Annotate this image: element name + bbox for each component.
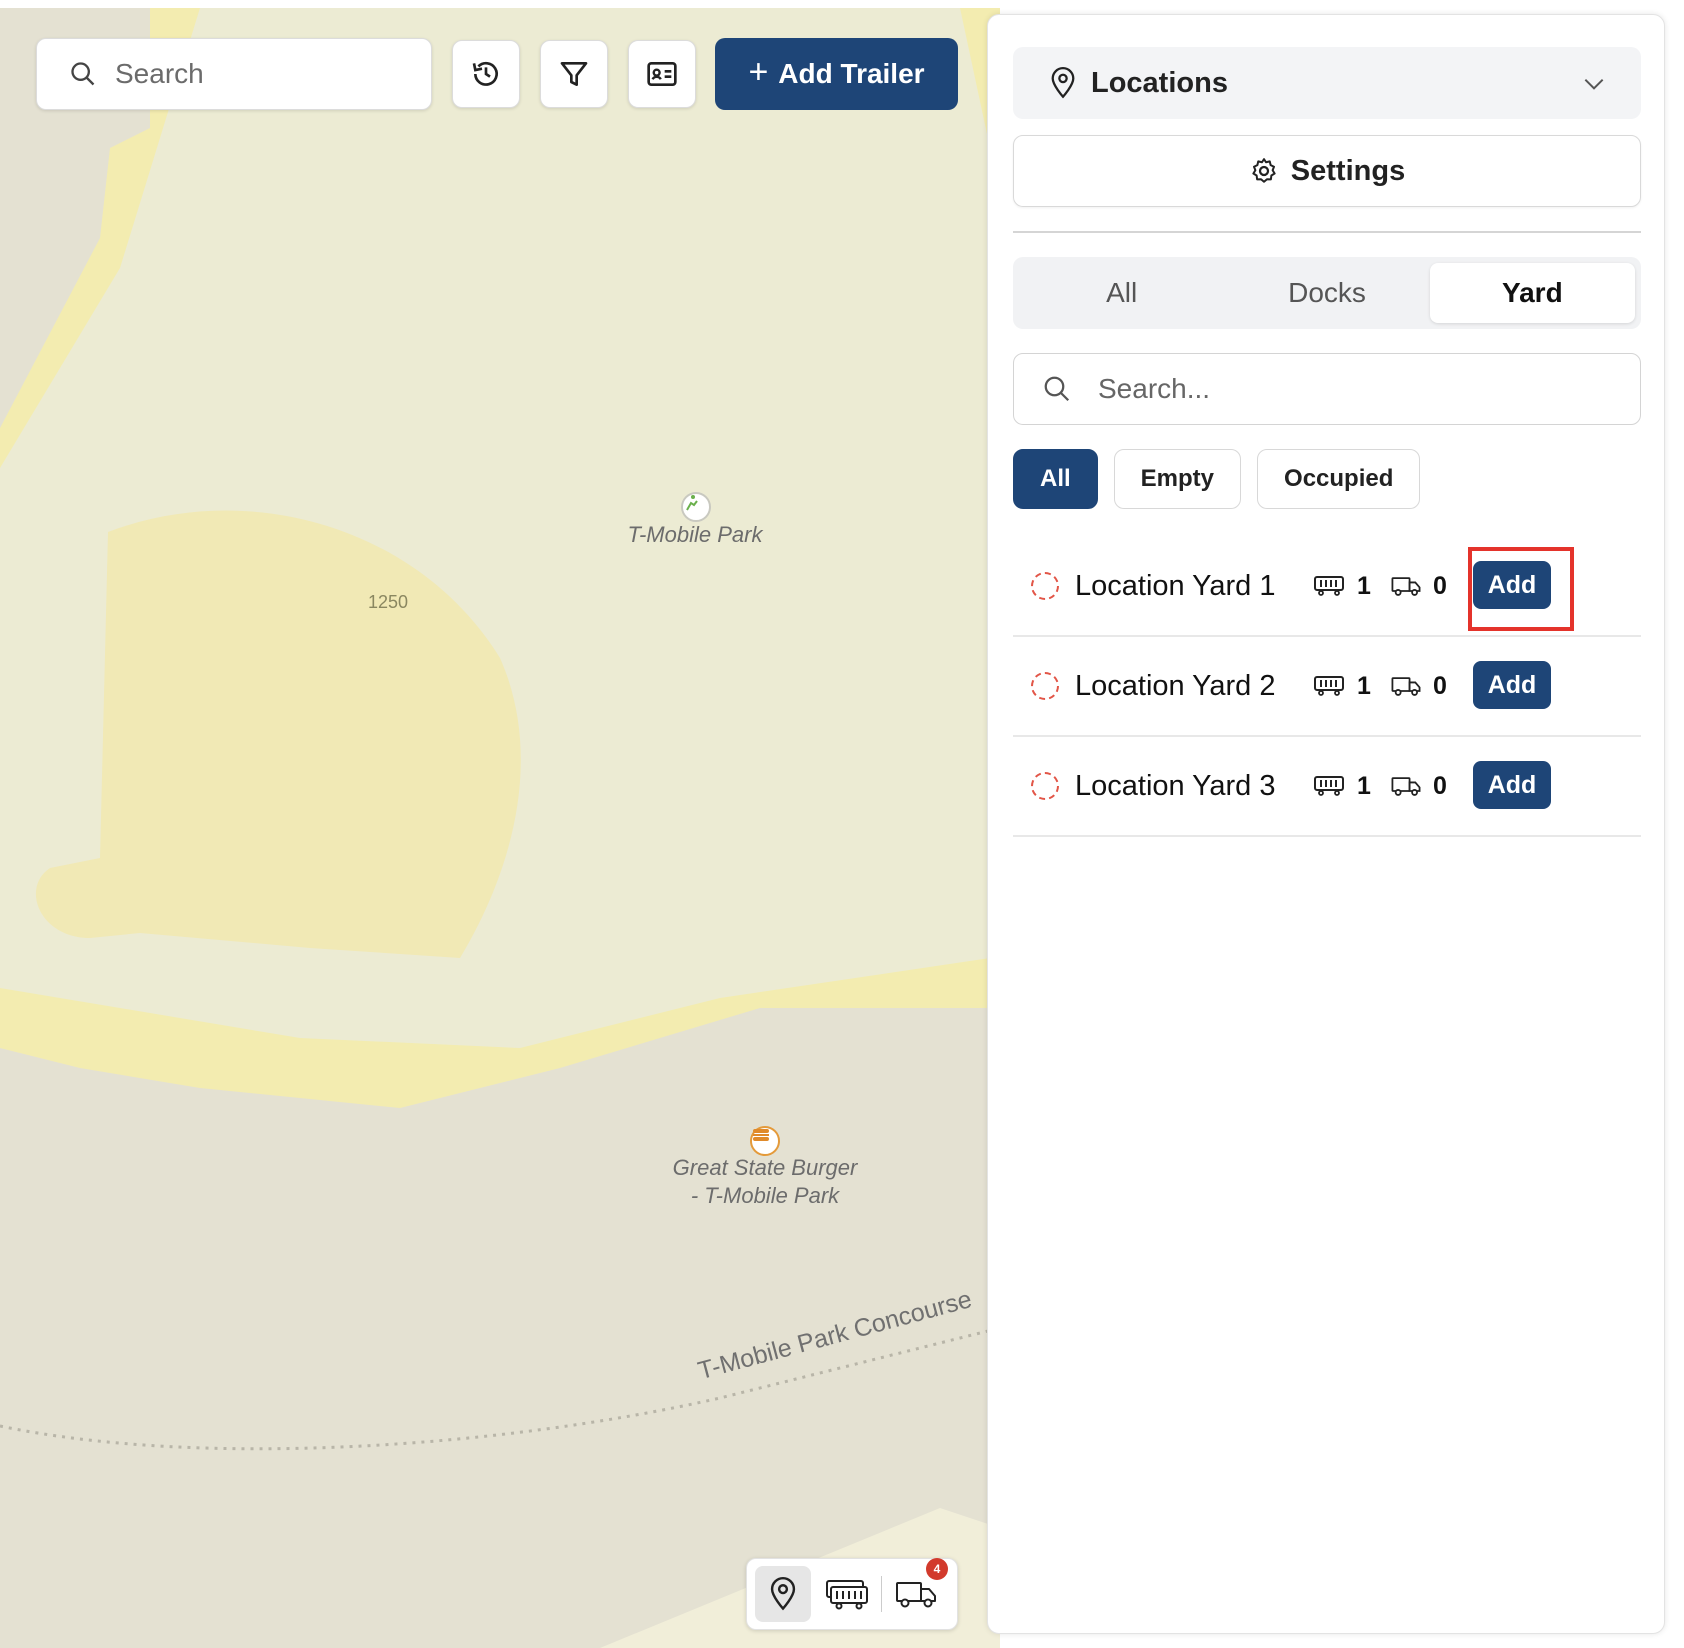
locations-panel: Locations Settings All Docks Yard All Em… <box>987 14 1665 1634</box>
restaurant-poi-icon <box>750 1126 780 1156</box>
location-pin-icon <box>1051 67 1075 99</box>
highlight-box <box>1468 547 1574 631</box>
panel-divider <box>1013 231 1641 233</box>
yard-name: Location Yard 1 <box>1075 569 1276 602</box>
map-label-restaurant-2: - T-Mobile Park <box>690 1183 840 1208</box>
history-icon <box>472 61 498 86</box>
tab-docks[interactable]: Docks <box>1224 263 1429 323</box>
truck-icon <box>896 1582 936 1608</box>
map-search-input[interactable] <box>113 57 417 91</box>
plus-icon: + <box>748 52 769 91</box>
tab-yard[interactable]: Yard <box>1429 263 1635 323</box>
search-icon <box>71 62 95 86</box>
trailers-layer-button[interactable] <box>819 1566 875 1622</box>
panel-search-box[interactable] <box>1013 353 1641 425</box>
search-icon <box>1044 376 1070 402</box>
trailer-count: 1 <box>1357 571 1371 600</box>
map-layer-dock: 4 <box>746 1558 958 1630</box>
map-label-number: 1250 <box>368 592 409 612</box>
truck-icon <box>1391 575 1421 597</box>
map-shapes <box>0 8 1000 1648</box>
dock-divider <box>881 1576 882 1612</box>
settings-button[interactable]: Settings <box>1013 135 1641 207</box>
add-to-yard-button[interactable]: Add <box>1473 761 1551 809</box>
park-poi-icon <box>681 492 711 522</box>
trailer-icon <box>826 1580 868 1610</box>
trailer-icon <box>1313 774 1345 798</box>
map-search-box[interactable] <box>36 38 432 110</box>
history-button[interactable] <box>452 40 520 108</box>
add-trailer-label: Add Trailer <box>778 58 925 89</box>
id-card-button[interactable] <box>628 40 696 108</box>
status-icon <box>1031 672 1059 700</box>
chevron-down-icon <box>1584 78 1604 90</box>
location-pin-icon <box>770 1577 796 1611</box>
trailer-count: 1 <box>1357 771 1371 800</box>
add-to-yard-button[interactable]: Add <box>1473 661 1551 709</box>
filter-chip-empty[interactable]: Empty <box>1113 449 1242 509</box>
tab-all[interactable]: All <box>1019 263 1224 323</box>
yard-list: Location Yard 1 1 0 Add Location Yard 2 … <box>1013 537 1641 837</box>
settings-label: Settings <box>1290 154 1406 187</box>
yard-row[interactable]: Location Yard 2 1 0 Add <box>1013 637 1641 737</box>
trucks-layer-button[interactable]: 4 <box>888 1558 948 1622</box>
yard-row[interactable]: Location Yard 3 1 0 Add <box>1013 737 1641 837</box>
truck-icon <box>1391 675 1421 697</box>
locations-layer-button[interactable] <box>755 1566 811 1622</box>
panel-search-input[interactable] <box>1096 372 1620 406</box>
map-label-stadium: T-Mobile Park <box>627 522 763 547</box>
location-type-tabs: All Docks Yard <box>1013 257 1641 329</box>
truck-count-badge: 4 <box>926 1558 948 1580</box>
yard-name: Location Yard 2 <box>1075 669 1276 702</box>
filter-chip-occupied[interactable]: Occupied <box>1257 449 1421 509</box>
map-view[interactable]: T-Mobile Park 1250 Great State Burger - … <box>0 8 1000 1648</box>
occupancy-filter-chips: All Empty Occupied <box>1013 449 1421 509</box>
locations-dropdown[interactable]: Locations <box>1013 47 1641 119</box>
truck-count: 0 <box>1433 571 1447 600</box>
id-card-icon <box>647 62 677 86</box>
yard-name: Location Yard 3 <box>1075 769 1276 802</box>
trailer-count: 1 <box>1357 671 1371 700</box>
trailer-icon <box>1313 574 1345 598</box>
gear-icon <box>1252 158 1276 183</box>
filter-button[interactable] <box>540 40 608 108</box>
filter-chip-all[interactable]: All <box>1013 449 1098 509</box>
truck-count: 0 <box>1433 671 1447 700</box>
add-trailer-button[interactable]: + Add Trailer <box>715 38 958 110</box>
truck-count: 0 <box>1433 771 1447 800</box>
status-icon <box>1031 772 1059 800</box>
trailer-icon <box>1313 674 1345 698</box>
locations-dropdown-label: Locations <box>1091 66 1228 99</box>
filter-icon <box>560 62 588 86</box>
truck-icon <box>1391 775 1421 797</box>
status-icon <box>1031 572 1059 600</box>
map-label-restaurant-1: Great State Burger <box>672 1155 858 1180</box>
yard-row[interactable]: Location Yard 1 1 0 Add <box>1013 537 1641 637</box>
